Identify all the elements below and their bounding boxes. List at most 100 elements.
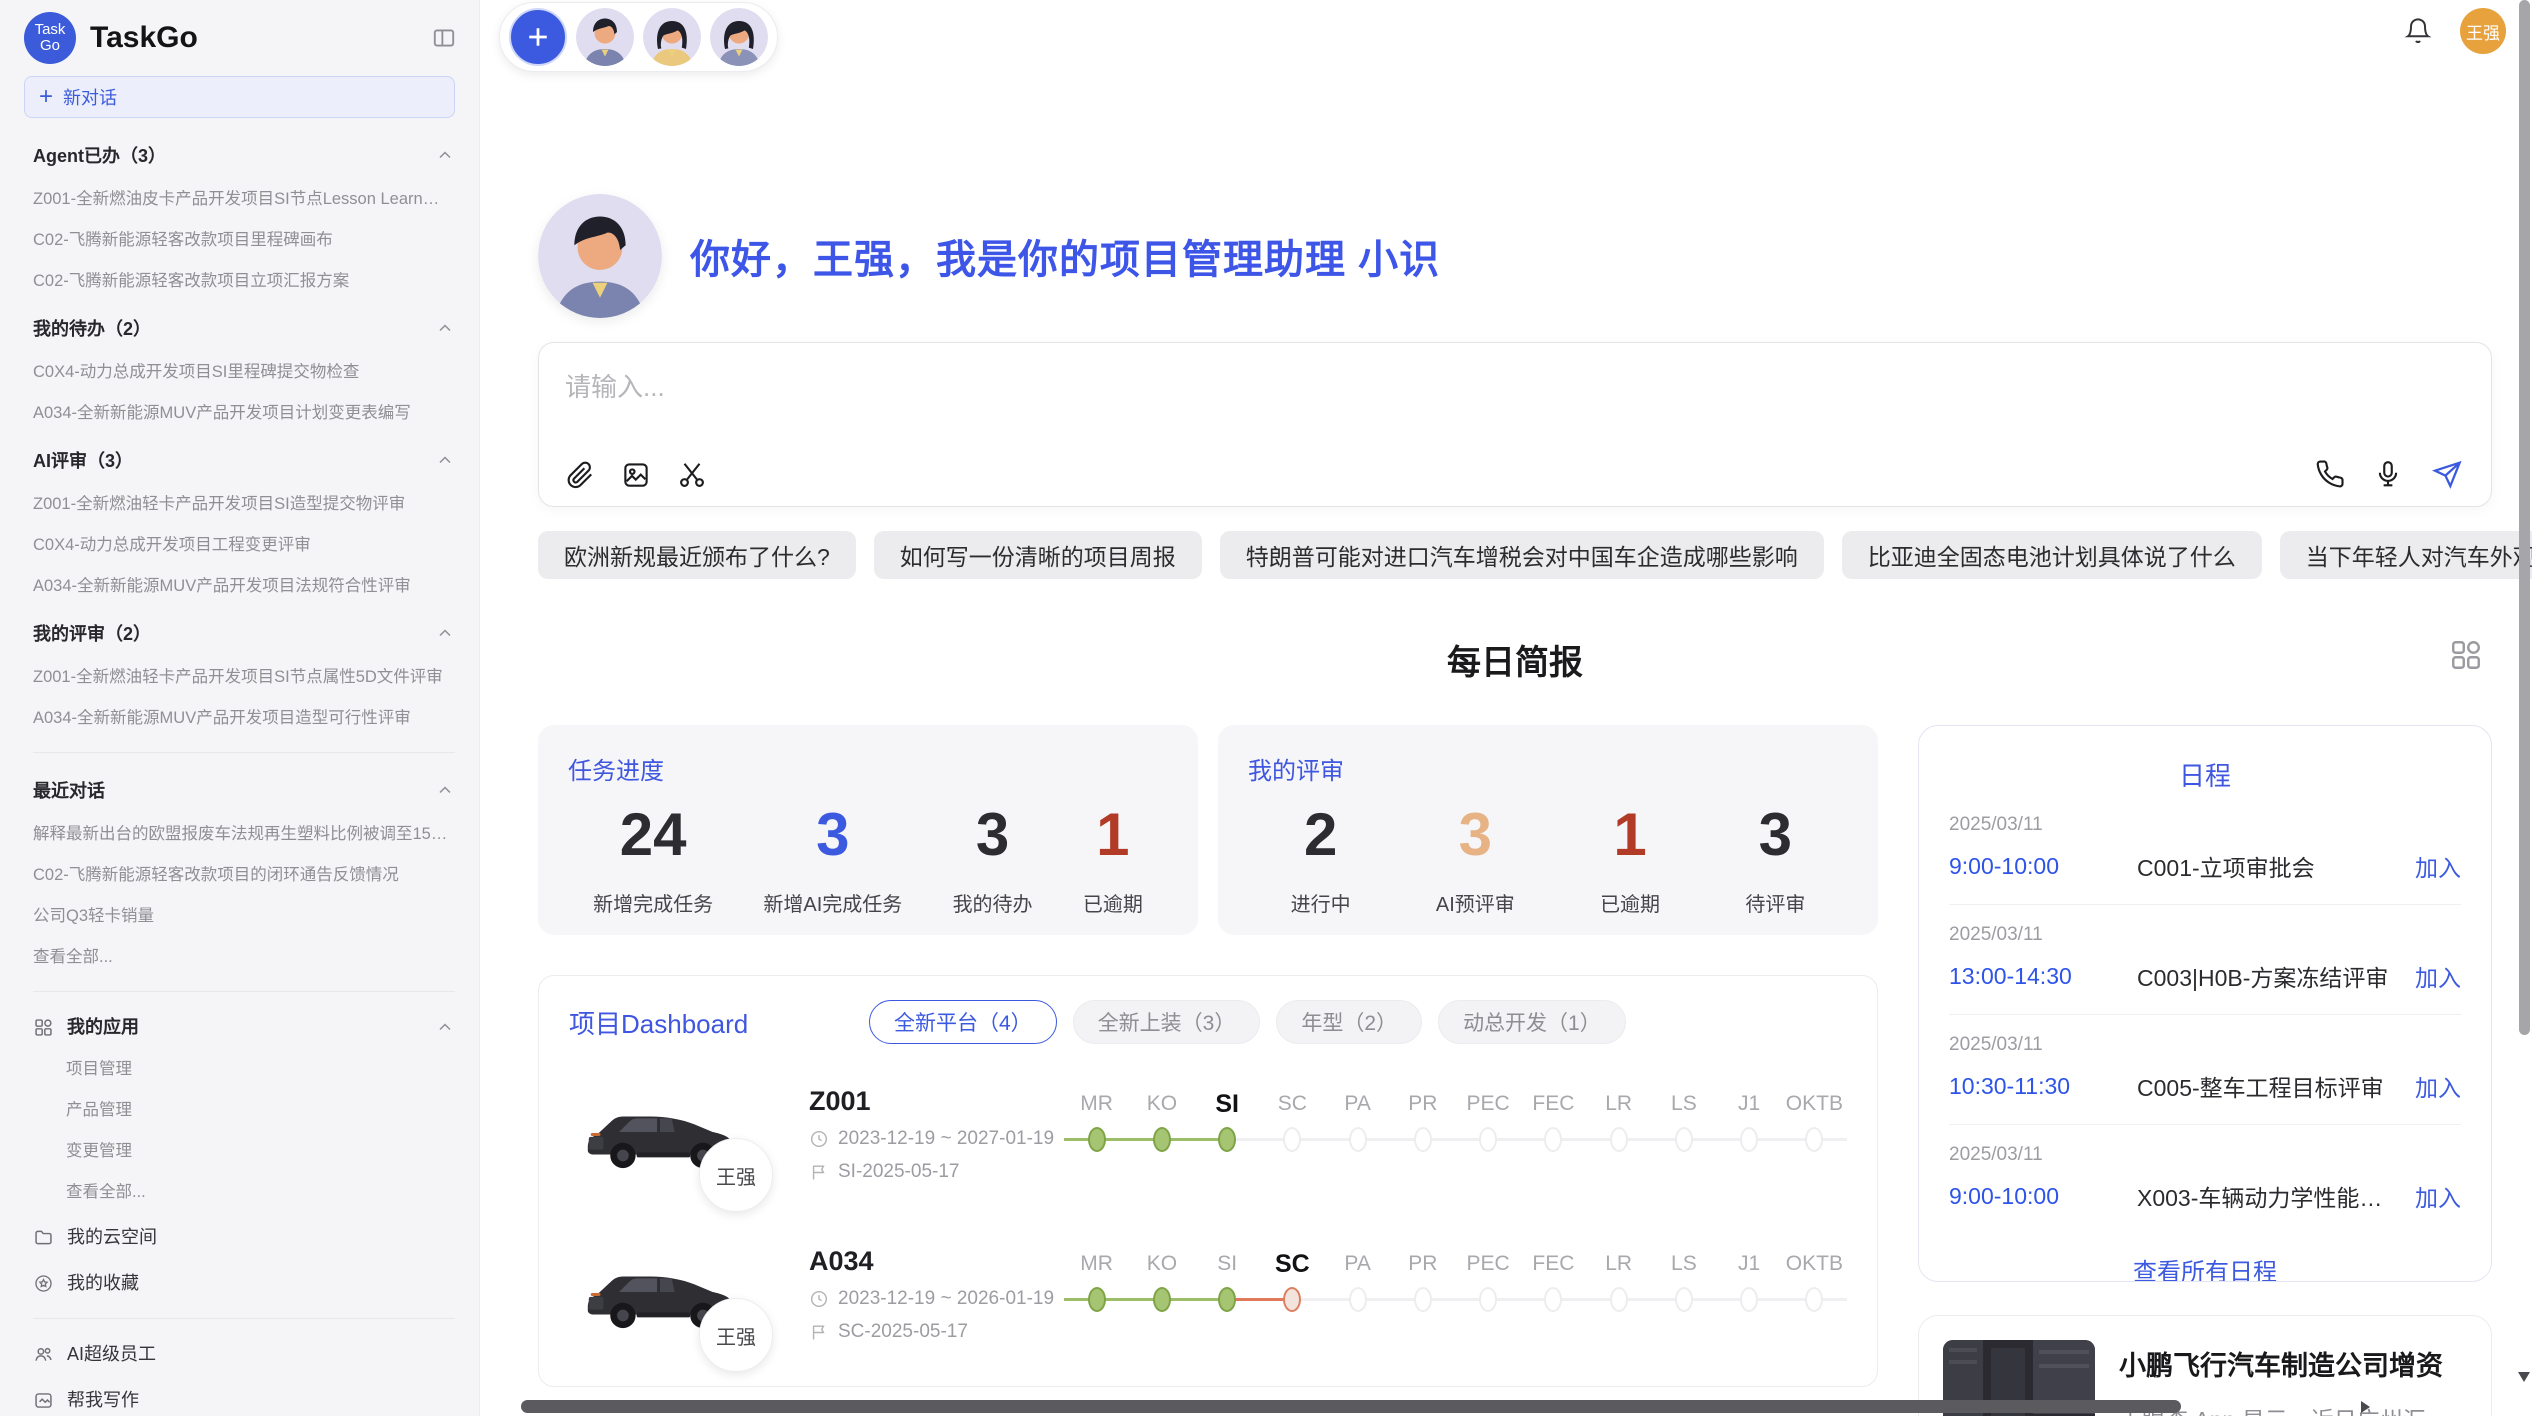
- sidebar-task-item[interactable]: C02-飞腾新能源轻客改款项目立项汇报方案: [33, 272, 455, 291]
- sidebar-task-item[interactable]: C0X4-动力总成开发项目工程变更评审: [33, 536, 455, 555]
- stat-value: 1: [1600, 802, 1660, 868]
- milestone-dot: [1153, 1127, 1171, 1152]
- app-title: TaskGo: [90, 21, 431, 55]
- view-all-schedule-link[interactable]: 查看所有日程: [1949, 1252, 2461, 1282]
- voice-call-icon[interactable]: [2315, 459, 2345, 489]
- sidebar-item-favorites[interactable]: 我的收藏: [33, 1272, 455, 1294]
- schedule-event-title: C003|H0B-方案冻结评审: [2137, 959, 2399, 993]
- app-item[interactable]: 变更管理: [66, 1142, 455, 1161]
- dashboard-tab[interactable]: 全新平台（4）: [869, 1000, 1057, 1044]
- stat-item: 3待评审: [1745, 802, 1805, 917]
- recent-chat-item[interactable]: 解释最新出台的欧盟报废车法规再生塑料比例被调至15%...: [33, 825, 455, 844]
- schedule-time: 9:00-10:00: [1949, 853, 2137, 880]
- sidebar-my-apps-header[interactable]: 我的应用: [33, 1016, 455, 1038]
- topbar-right: 王强: [2404, 8, 2506, 54]
- milestone: OKTB: [1782, 1086, 1847, 1158]
- sidebar-footer-item[interactable]: AI超级员工: [33, 1343, 455, 1365]
- milestone-dot: [1544, 1127, 1562, 1152]
- sidebar-footer-item[interactable]: 帮我写作: [33, 1389, 455, 1411]
- join-meeting-link[interactable]: 加入: [2415, 1179, 2461, 1213]
- agent-avatar[interactable]: [710, 8, 768, 66]
- task-progress-card: 任务进度24新增完成任务3新增AI完成任务3我的待办1已逾期: [538, 725, 1198, 935]
- schedule-entry: 2025/03/1110:30-11:30C005-整车工程目标评审加入: [1949, 1015, 2461, 1125]
- suggestion-chip[interactable]: 欧洲新规最近颁布了什么?: [538, 531, 856, 579]
- view-all-chats-link[interactable]: 查看全部...: [33, 948, 455, 967]
- logo-line2: Go: [40, 38, 60, 54]
- suggestion-chip[interactable]: 特朗普可能对进口汽车增税会对中国车企造成哪些影响: [1220, 531, 1824, 579]
- milestone-dot: [1675, 1287, 1693, 1312]
- recent-chat-item[interactable]: 公司Q3轻卡销量: [33, 907, 455, 926]
- sidebar-task-item[interactable]: C02-飞腾新能源轻客改款项目里程碑画布: [33, 231, 455, 250]
- join-meeting-link[interactable]: 加入: [2415, 849, 2461, 883]
- schedule-title: 日程: [1949, 756, 2461, 793]
- suggestion-chip[interactable]: 当下年轻人对汽车外观有怎样的喜好趋势: [2280, 531, 2532, 579]
- stat-label: 进行中: [1291, 888, 1351, 917]
- project-row-partial: [569, 1384, 1847, 1387]
- new-chat-button[interactable]: + 新对话: [24, 76, 455, 118]
- layout-grid-icon[interactable]: [2448, 637, 2484, 673]
- add-agent-button[interactable]: [509, 8, 567, 66]
- send-icon[interactable]: [2431, 458, 2463, 490]
- project-owner-badge: 王强: [699, 1138, 773, 1212]
- notification-bell-icon[interactable]: [2404, 17, 2432, 45]
- suggestion-chip[interactable]: 如何写一份清晰的项目周报: [874, 531, 1202, 579]
- stat-value: 3: [1745, 802, 1805, 868]
- agent-avatar[interactable]: [643, 8, 701, 66]
- sidebar-task-item[interactable]: A034-全新新能源MUV产品开发项目计划变更表编写: [33, 404, 455, 423]
- view-all-apps-link[interactable]: 查看全部...: [66, 1183, 455, 1202]
- app-item[interactable]: 产品管理: [66, 1101, 455, 1120]
- stat-value: 3: [953, 802, 1033, 868]
- project-row[interactable]: 王强Z0012023-12-19 ~ 2027-01-19SI-2025-05-…: [569, 1064, 1847, 1204]
- sidebar-section-header[interactable]: AI评审（3）: [33, 447, 455, 473]
- sidebar-task-item[interactable]: Z001-全新燃油皮卡产品开发项目SI节点Lesson Learn报告: [33, 190, 455, 209]
- recent-chat-item[interactable]: C02-飞腾新能源轻客改款项目的闭环通告反馈情况: [33, 866, 455, 885]
- sidebar-task-item[interactable]: A034-全新新能源MUV产品开发项目造型可行性评审: [33, 709, 455, 728]
- scroll-down-arrow[interactable]: [2518, 1372, 2530, 1382]
- milestone-label: SI: [1195, 1246, 1260, 1282]
- dashboard-tab[interactable]: 年型（2）: [1276, 1000, 1422, 1044]
- dashboard-tab[interactable]: 全新上装（3）: [1073, 1000, 1261, 1044]
- project-owner-badge: 王强: [699, 1298, 773, 1372]
- sidebar-section-header[interactable]: Agent已办（3）: [33, 142, 455, 168]
- collapse-sidebar-icon[interactable]: [431, 25, 457, 51]
- chat-input-box[interactable]: 请输入...: [538, 342, 2492, 507]
- screenshot-scissors-icon[interactable]: [677, 460, 707, 490]
- hero: 你好，王强，我是你的项目管理助理 小识: [538, 194, 2492, 318]
- vertical-scrollbar-thumb[interactable]: [2519, 0, 2530, 1035]
- dashboard-tab[interactable]: 动总开发（1）: [1438, 1000, 1626, 1044]
- agent-avatar[interactable]: [576, 8, 634, 66]
- schedule-date: 2025/03/11: [1949, 924, 2461, 946]
- project-row[interactable]: 王强A0342023-12-19 ~ 2026-01-19SC-2025-05-…: [569, 1224, 1847, 1364]
- sidebar-task-item[interactable]: A034-全新新能源MUV产品开发项目法规符合性评审: [33, 577, 455, 596]
- image-upload-icon[interactable]: [621, 460, 651, 490]
- join-meeting-link[interactable]: 加入: [2415, 959, 2461, 993]
- milestone: PR: [1390, 1246, 1455, 1318]
- chevron-up-icon: [435, 145, 455, 165]
- milestone: MR: [1064, 1086, 1129, 1158]
- schedule-event-title: C001-立项审批会: [2137, 849, 2399, 883]
- schedule-time: 9:00-10:00: [1949, 1183, 2137, 1210]
- sidebar-task-item[interactable]: C0X4-动力总成开发项目SI里程碑提交物检查: [33, 363, 455, 382]
- sidebar-section-header-recent[interactable]: 最近对话: [33, 777, 455, 803]
- sidebar-section-header[interactable]: 我的待办（2）: [33, 315, 455, 341]
- sidebar-item-cloud-space[interactable]: 我的云空间: [33, 1226, 455, 1248]
- sidebar-section-header[interactable]: 我的评审（2）: [33, 620, 455, 646]
- attachment-icon[interactable]: [565, 460, 595, 490]
- milestone: PEC: [1456, 1246, 1521, 1318]
- vertical-scrollbar[interactable]: [2516, 0, 2532, 1416]
- horizontal-scrollbar-thumb[interactable]: [521, 1400, 2181, 1413]
- microphone-icon[interactable]: [2373, 459, 2403, 489]
- milestone-label: OKTB: [1782, 1246, 1847, 1282]
- user-avatar[interactable]: 王强: [2460, 8, 2506, 54]
- join-meeting-link[interactable]: 加入: [2415, 1069, 2461, 1103]
- milestone-dot: [1740, 1127, 1758, 1152]
- sidebar-task-item[interactable]: Z001-全新燃油轻卡产品开发项目SI节点属性5D文件评审: [33, 668, 455, 687]
- app-item[interactable]: 项目管理: [66, 1060, 455, 1079]
- scroll-right-arrow[interactable]: [2361, 1401, 2370, 1413]
- stat-item: 1已逾期: [1600, 802, 1660, 917]
- milestone-dot: [1805, 1127, 1823, 1152]
- sidebar-task-item[interactable]: Z001-全新燃油轻卡产品开发项目SI造型提交物评审: [33, 495, 455, 514]
- suggestion-chip[interactable]: 比亚迪全固态电池计划具体说了什么: [1842, 531, 2262, 579]
- stat-value: 1: [1083, 802, 1143, 868]
- horizontal-scrollbar[interactable]: [481, 1400, 2512, 1414]
